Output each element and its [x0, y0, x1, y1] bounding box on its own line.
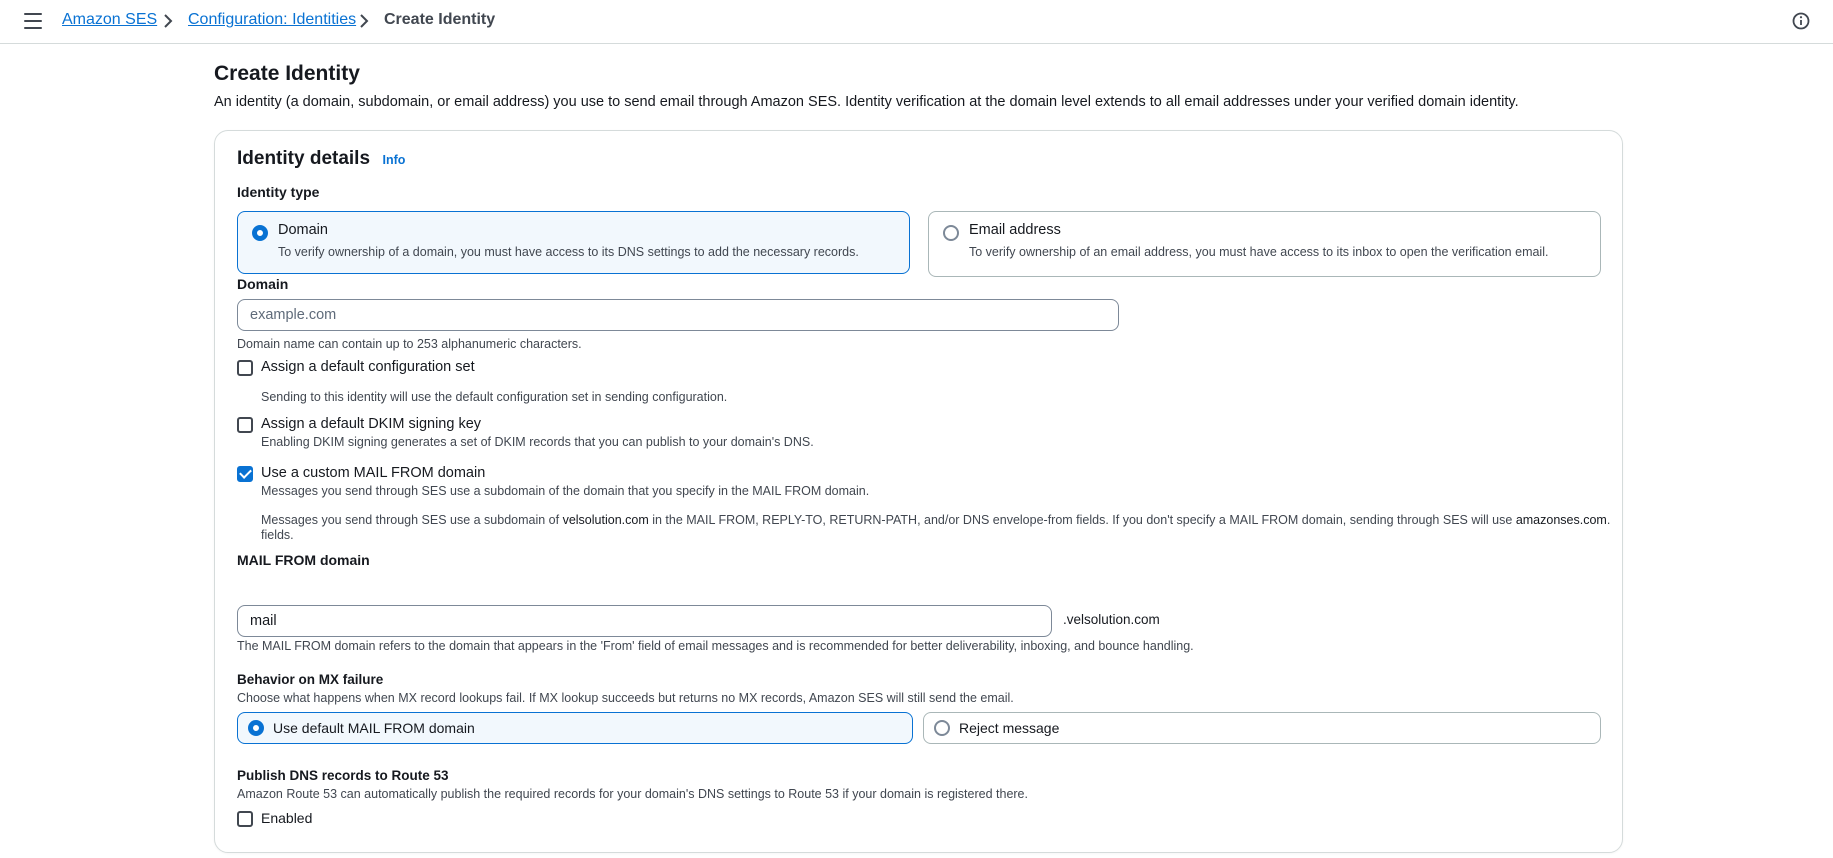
- mx-failure-description: Choose what happens when MX record looku…: [237, 691, 1014, 705]
- breadcrumb-item-configuration-identities[interactable]: Configuration: Identities: [188, 11, 356, 29]
- default-configuration-set-checkbox[interactable]: [237, 360, 253, 376]
- route53-enabled-label[interactable]: Enabled: [261, 810, 312, 826]
- custom-mail-from-note: Messages you send through SES use a subd…: [261, 513, 1611, 527]
- identity-type-email-tile[interactable]: Email address To verify ownership of an …: [928, 211, 1601, 277]
- identity-type-domain-radio[interactable]: [252, 225, 268, 241]
- identity-details-container: Identity details Info Identity type Doma…: [214, 130, 1623, 853]
- page-title: Create Identity: [214, 62, 360, 85]
- identity-type-email-description: To verify ownership of an email address,…: [969, 245, 1549, 259]
- mail-from-domain-suffix: .velsolution.com: [1063, 612, 1160, 627]
- hamburger-menu-icon[interactable]: [24, 13, 42, 29]
- identity-type-domain-tile[interactable]: Domain To verify ownership of a domain, …: [237, 211, 910, 274]
- info-link[interactable]: Info: [382, 153, 405, 167]
- info-circle-icon[interactable]: [1792, 12, 1810, 30]
- route53-enabled-checkbox[interactable]: [237, 811, 253, 827]
- section-title: Identity details: [237, 148, 371, 169]
- identity-type-email-radio[interactable]: [943, 225, 959, 241]
- custom-mail-from-description: Messages you send through SES use a subd…: [261, 484, 870, 498]
- route53-description: Amazon Route 53 can automatically publis…: [237, 787, 1028, 801]
- mx-failure-default-radio[interactable]: [248, 720, 264, 736]
- note-default-domain: amazonses.com: [1515, 513, 1607, 527]
- custom-mail-from-checkbox[interactable]: [237, 466, 253, 482]
- mail-from-domain-description: The MAIL FROM domain refers to the domai…: [237, 639, 1194, 653]
- route53-label: Publish DNS records to Route 53: [237, 768, 449, 783]
- breadcrumb-item-create-identity: Create Identity: [384, 11, 496, 28]
- default-dkim-key-description: Enabling DKIM signing generates a set of…: [261, 435, 814, 449]
- note-domain: velsolution.com: [562, 513, 649, 527]
- mx-failure-default-label: Use default MAIL FROM domain: [273, 720, 475, 736]
- section-header: Identity details Info: [237, 148, 405, 170]
- mx-failure-reject-tile[interactable]: Reject message: [923, 712, 1601, 744]
- default-configuration-set-description: Sending to this identity will use the de…: [261, 390, 728, 404]
- default-dkim-key-label[interactable]: Assign a default DKIM signing key: [261, 416, 481, 432]
- top-navigation-bar: Amazon SES Configuration: Identities Cre…: [0, 0, 1833, 44]
- identity-type-domain-description: To verify ownership of a domain, you mus…: [278, 245, 859, 259]
- default-dkim-key-checkbox[interactable]: [237, 417, 253, 433]
- domain-constraint-text: Domain name can contain up to 253 alphan…: [237, 337, 582, 351]
- mx-failure-reject-label: Reject message: [959, 720, 1060, 736]
- domain-label: Domain: [237, 276, 289, 292]
- mx-failure-reject-radio[interactable]: [934, 720, 950, 736]
- chevron-right-icon: [360, 14, 369, 28]
- identity-type-email-label: Email address: [969, 222, 1061, 238]
- domain-input[interactable]: [237, 299, 1119, 331]
- chevron-right-icon: [164, 14, 173, 28]
- breadcrumb-item-amazon-ses[interactable]: Amazon SES: [62, 11, 157, 29]
- mx-failure-label: Behavior on MX failure: [237, 672, 384, 687]
- mail-from-domain-input[interactable]: [237, 605, 1052, 637]
- mx-failure-default-tile[interactable]: Use default MAIL FROM domain: [237, 712, 913, 744]
- default-configuration-set-label[interactable]: Assign a default configuration set: [261, 359, 475, 375]
- custom-mail-from-note-line2: fields.: [261, 528, 294, 542]
- page-description: An identity (a domain, subdomain, or ema…: [214, 94, 1519, 110]
- identity-type-domain-label: Domain: [278, 222, 328, 238]
- custom-mail-from-label[interactable]: Use a custom MAIL FROM domain: [261, 465, 485, 481]
- mail-from-domain-label: MAIL FROM domain: [237, 552, 370, 568]
- identity-type-label: Identity type: [237, 184, 320, 200]
